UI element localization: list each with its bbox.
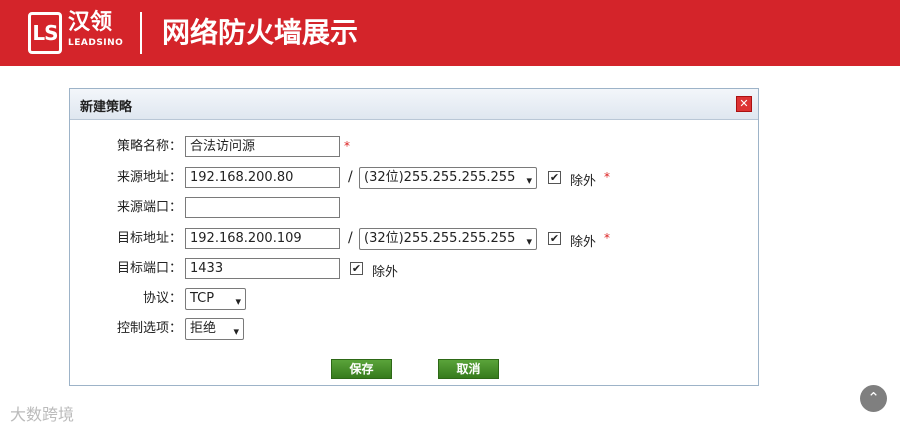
new-policy-dialog: 新建策略 ✕ 策略名称： 合法访问源 * 来源地址： 192.168.200.8… (69, 88, 759, 386)
required-mark: * (344, 139, 350, 153)
source-address-label: 来源地址： (116, 170, 182, 185)
save-button[interactable]: 保存 (331, 359, 392, 379)
dest-exclude-checkbox[interactable]: ✔ (548, 232, 561, 245)
source-address-input[interactable]: 192.168.200.80 (185, 167, 340, 188)
source-mask-value: (32位)255.255.255.255 (364, 170, 516, 185)
row-dest-address: 目标地址： 192.168.200.109 / (32位)255.255.255… (70, 228, 758, 250)
dest-exclude-label: 除外 (570, 235, 597, 250)
watermark: 大数跨境 (10, 405, 75, 424)
mask-separator: / (348, 169, 353, 185)
chevron-down-icon: ▾ (233, 325, 239, 338)
source-exclude-checkbox[interactable]: ✔ (548, 171, 561, 184)
chevron-down-icon: ▾ (235, 295, 241, 308)
row-dest-port: 目标端口： 1433 ✔ 除外 (70, 258, 758, 280)
required-mark: * (604, 170, 610, 184)
dest-port-label: 目标端口： (116, 261, 182, 276)
logo-english: LEADSINO (68, 38, 124, 48)
dest-mask-select[interactable]: (32位)255.255.255.255 ▾ (359, 228, 537, 250)
mask-separator: / (348, 230, 353, 246)
row-policy-name: 策略名称： 合法访问源 * (70, 136, 758, 158)
logo-mark: LS (28, 12, 62, 54)
policy-name-input[interactable]: 合法访问源 (185, 136, 340, 157)
scroll-up-icon[interactable]: ⌃ (860, 385, 887, 412)
header-divider (140, 12, 142, 54)
source-mask-select[interactable]: (32位)255.255.255.255 ▾ (359, 167, 537, 189)
page-title: 网络防火墙展示 (162, 16, 359, 49)
protocol-label: 协议： (142, 291, 182, 306)
source-port-input[interactable] (185, 197, 340, 218)
control-label: 控制选项： (116, 321, 182, 336)
source-port-label: 来源端口： (116, 200, 182, 215)
dialog-header: 新建策略 ✕ (70, 89, 758, 120)
protocol-select[interactable]: TCP ▾ (185, 288, 246, 310)
control-value: 拒绝 (190, 321, 217, 336)
close-icon[interactable]: ✕ (736, 96, 752, 112)
dest-port-input[interactable]: 1433 (185, 258, 340, 279)
policy-name-label: 策略名称： (116, 139, 182, 154)
chevron-down-icon: ▾ (526, 174, 532, 187)
cancel-button[interactable]: 取消 (438, 359, 499, 379)
required-mark: * (604, 231, 610, 245)
row-control: 控制选项： 拒绝 ▾ (70, 318, 758, 340)
row-protocol: 协议： TCP ▾ (70, 288, 758, 310)
dialog-title: 新建策略 (80, 100, 133, 115)
logo-chinese: 汉领 (68, 10, 113, 35)
row-source-port: 来源端口： (70, 197, 758, 219)
dest-address-label: 目标地址： (116, 231, 182, 246)
protocol-value: TCP (190, 291, 215, 306)
dest-port-exclude-checkbox[interactable]: ✔ (350, 262, 363, 275)
dest-port-exclude-label: 除外 (372, 265, 399, 280)
chevron-down-icon: ▾ (526, 235, 532, 248)
row-source-address: 来源地址： 192.168.200.80 / (32位)255.255.255.… (70, 167, 758, 189)
dest-address-input[interactable]: 192.168.200.109 (185, 228, 340, 249)
source-exclude-label: 除外 (570, 174, 597, 189)
dest-mask-value: (32位)255.255.255.255 (364, 231, 516, 246)
header-banner: LS 汉领 LEADSINO 网络防火墙展示 (0, 0, 900, 66)
control-select[interactable]: 拒绝 ▾ (185, 318, 244, 340)
